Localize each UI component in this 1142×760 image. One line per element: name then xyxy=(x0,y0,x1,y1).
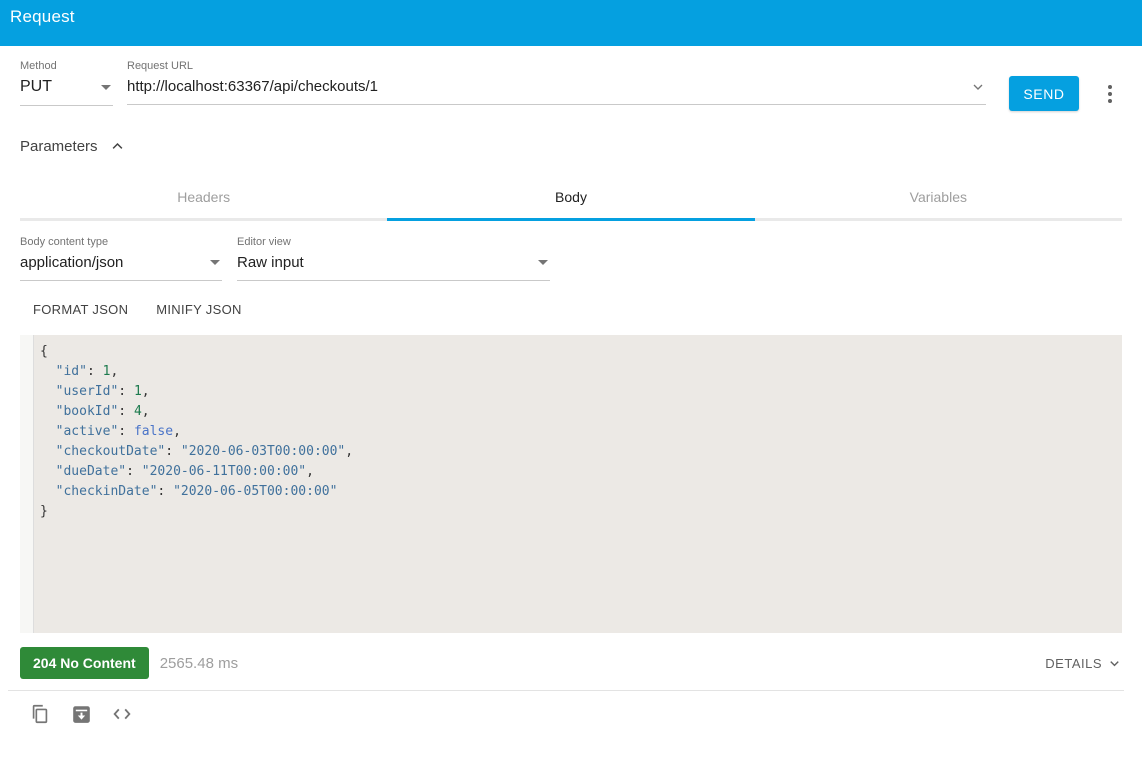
method-label: Method xyxy=(20,60,57,72)
method-select[interactable]: Method PUT xyxy=(20,60,113,106)
body-content-type-label: Body content type xyxy=(20,236,109,248)
bottom-actions xyxy=(28,702,1142,726)
editor-gutter xyxy=(20,335,34,633)
json-editor-code[interactable]: { "id": 1, "userId": 1, "bookId": 4, "ac… xyxy=(34,335,1122,633)
parameters-label: Parameters xyxy=(20,138,98,155)
details-button[interactable]: DETAILS xyxy=(1045,656,1122,671)
save-archive-icon[interactable] xyxy=(69,702,93,726)
tab-body[interactable]: Body xyxy=(387,178,755,221)
dropdown-caret-icon xyxy=(101,84,111,90)
editor-view-value: Raw input xyxy=(237,254,304,271)
response-status-row: 204 No Content 2565.48 ms DETAILS xyxy=(20,647,1122,679)
request-url-field[interactable]: Request URL http://localhost:63367/api/c… xyxy=(127,60,986,105)
method-value: PUT xyxy=(20,78,52,95)
dropdown-caret-icon xyxy=(210,260,220,265)
tab-headers[interactable]: Headers xyxy=(20,178,387,218)
url-suggestions-chevron-down-icon[interactable] xyxy=(970,79,986,95)
json-toolbar: FORMAT JSON MINIFY JSON xyxy=(33,302,1142,317)
request-url-input[interactable]: http://localhost:63367/api/checkouts/1 xyxy=(127,78,378,95)
parameters-collapse-button[interactable] xyxy=(110,139,125,154)
editor-view-label: Editor view xyxy=(237,236,291,248)
status-badge: 204 No Content xyxy=(20,647,149,679)
editor-view-select[interactable]: Editor view Raw input xyxy=(237,236,550,281)
tab-variables[interactable]: Variables xyxy=(755,178,1122,218)
parameters-section-header: Parameters xyxy=(20,138,1122,155)
send-button[interactable]: SEND xyxy=(1009,76,1079,111)
request-url-label: Request URL xyxy=(127,60,194,72)
format-json-button[interactable]: FORMAT JSON xyxy=(33,302,128,317)
minify-json-button[interactable]: MINIFY JSON xyxy=(156,302,241,317)
details-label: DETAILS xyxy=(1045,655,1102,671)
json-body-editor[interactable]: { "id": 1, "userId": 1, "bookId": 4, "ac… xyxy=(20,335,1122,633)
body-content-type-select[interactable]: Body content type application/json xyxy=(20,236,222,281)
body-tabs: Headers Body Variables xyxy=(20,178,1122,221)
code-icon[interactable] xyxy=(110,702,134,726)
request-bar: Method PUT Request URL http://localhost:… xyxy=(20,60,1122,111)
app-bar: Request xyxy=(0,0,1142,46)
response-time: 2565.48 ms xyxy=(159,654,239,672)
more-options-kebab-icon[interactable] xyxy=(1098,80,1122,108)
chevron-down-icon xyxy=(1110,660,1119,666)
editor-options-row: Body content type application/json Edito… xyxy=(20,236,1122,281)
divider xyxy=(8,690,1124,691)
body-content-type-value: application/json xyxy=(20,254,124,271)
dropdown-caret-icon xyxy=(538,260,548,265)
page-title: Request xyxy=(10,7,75,26)
chevron-up-icon xyxy=(112,142,122,149)
copy-icon[interactable] xyxy=(28,702,52,726)
